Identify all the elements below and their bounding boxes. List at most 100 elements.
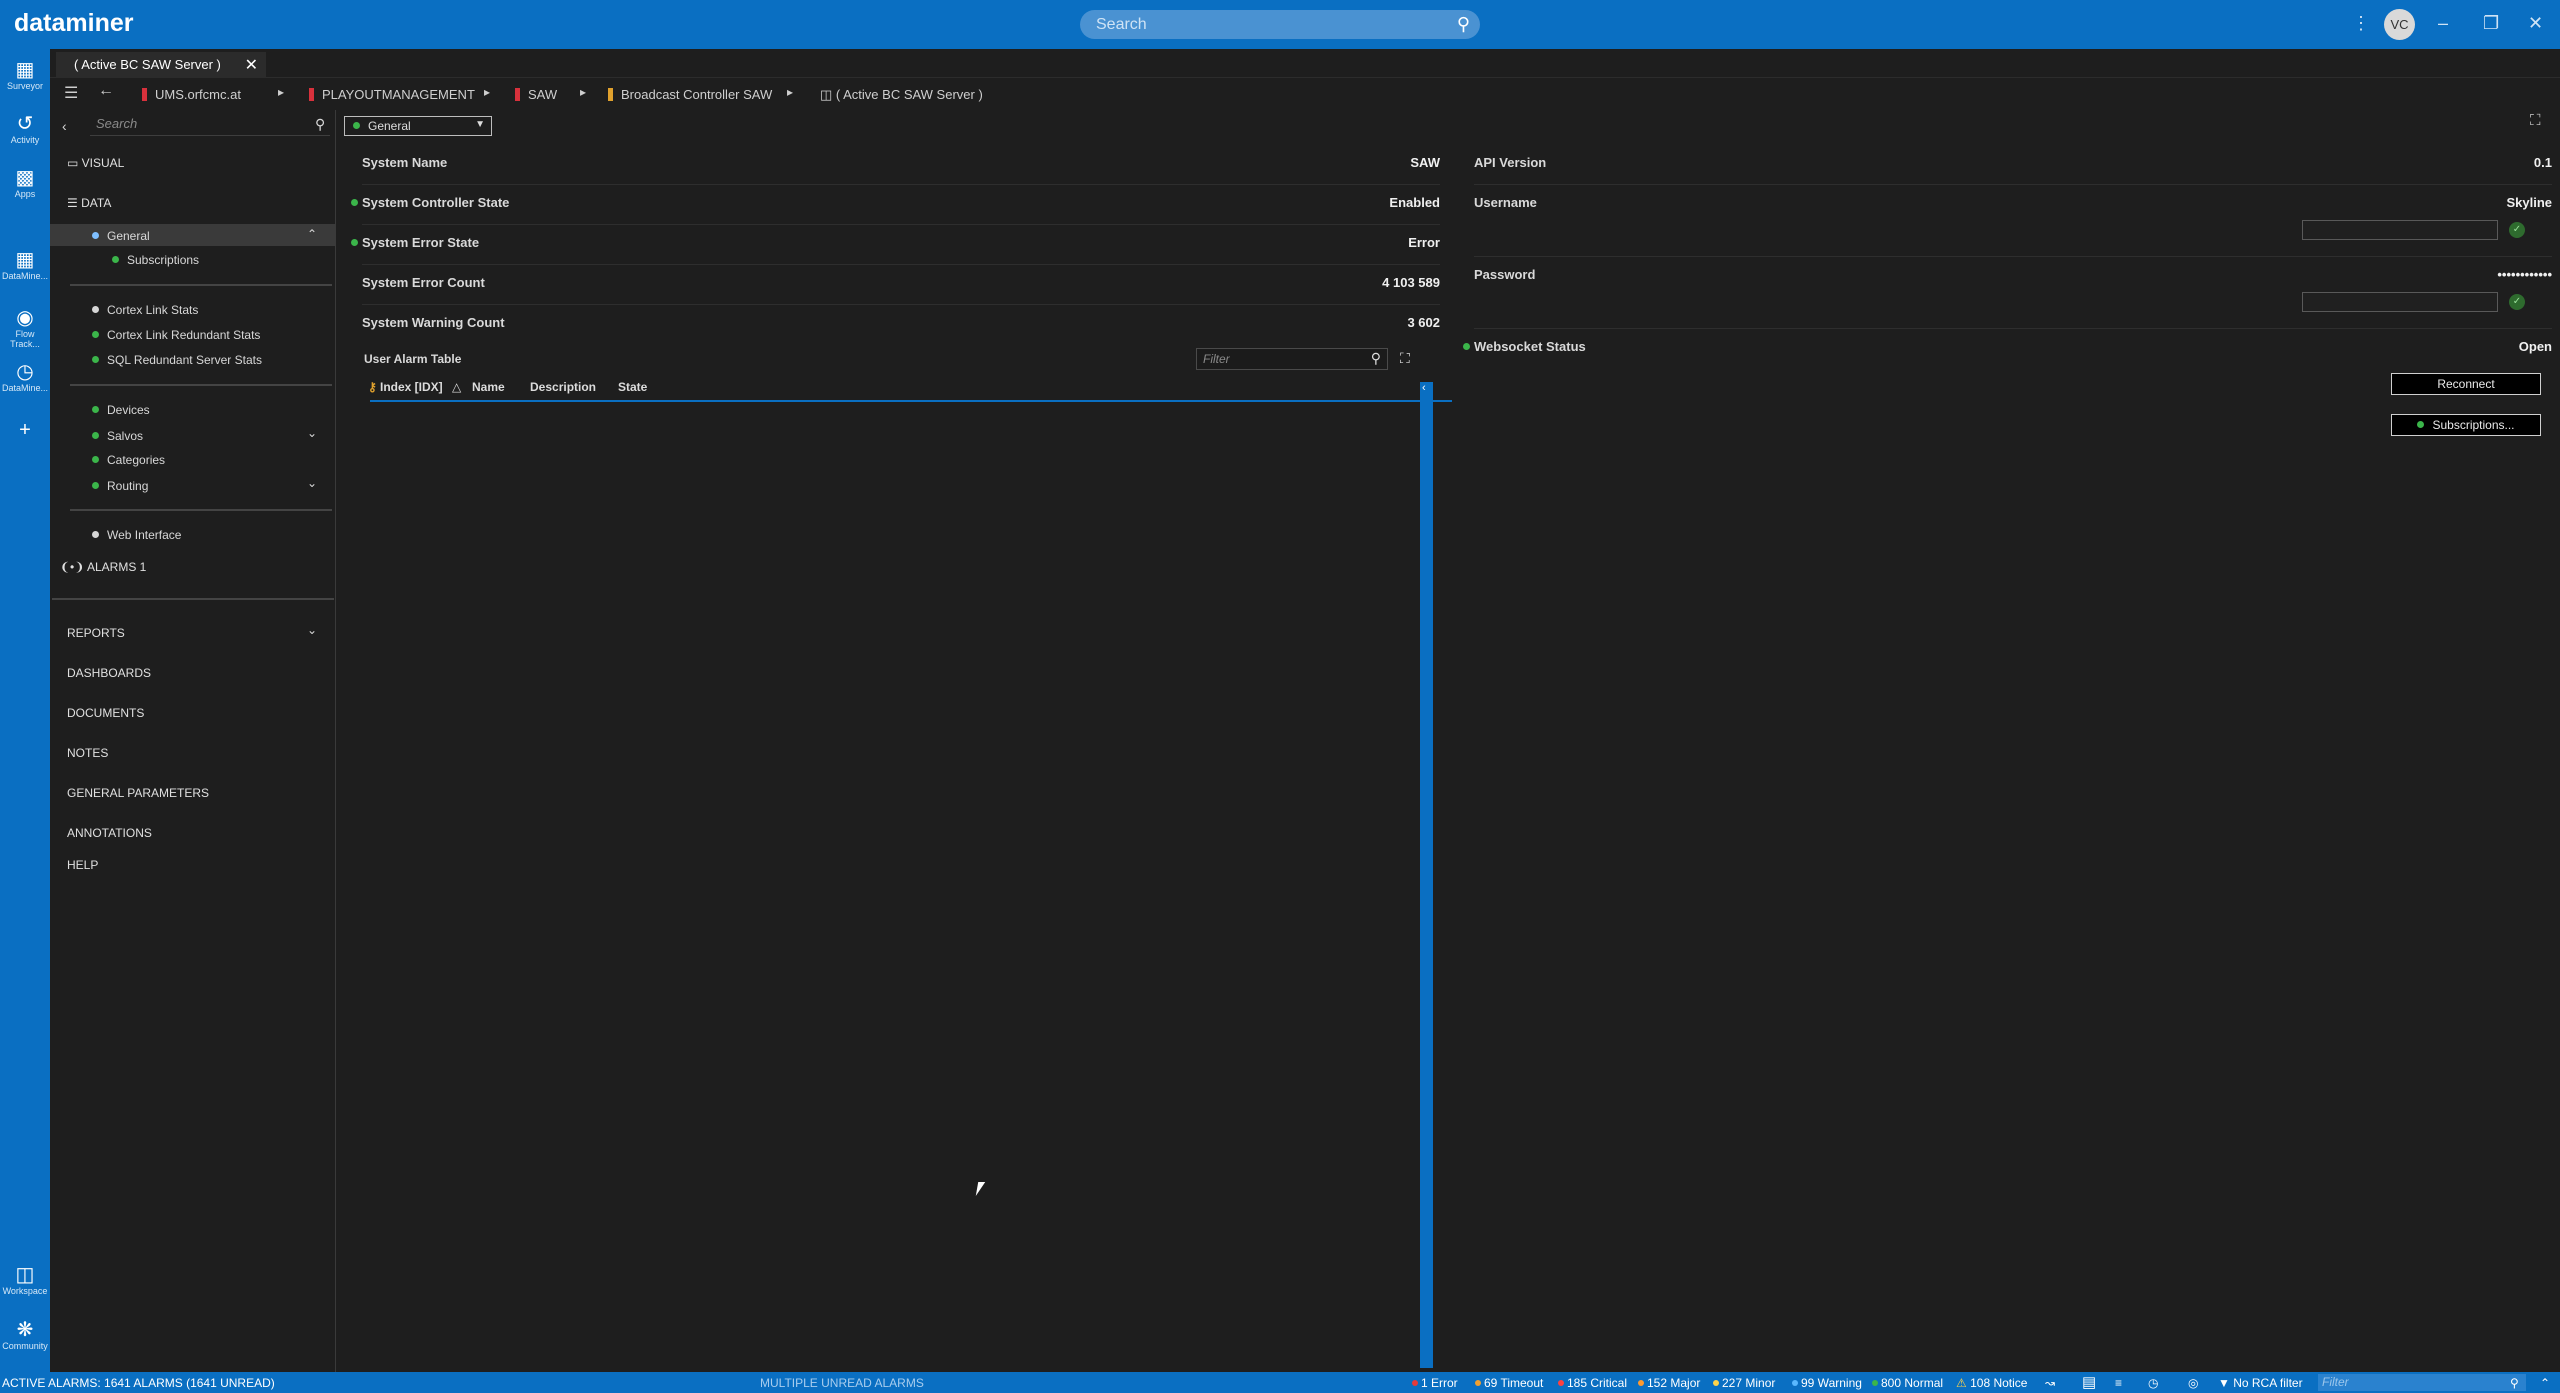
rail-workspace[interactable]: ◫ Workspace: [0, 1264, 50, 1296]
rail-datamine-grid[interactable]: ▦ DataMine...: [0, 249, 50, 281]
element-flag-icon: [608, 88, 613, 101]
card-search-input[interactable]: Search: [90, 116, 330, 136]
chevron-left-icon: ‹: [1422, 382, 1426, 394]
nav-web-interface[interactable]: Web Interface: [92, 528, 181, 542]
column-description[interactable]: Description: [530, 380, 596, 394]
count-notice[interactable]: ⚠ 108 Notice: [1956, 1376, 2027, 1390]
param-system-error-state: System Error State Error: [351, 225, 1440, 265]
subscriptions-button[interactable]: Subscriptions...: [2391, 414, 2541, 436]
nav-alarms[interactable]: ❨•❩ ALARMS 1: [60, 560, 146, 574]
nav-cortex-link-redundant-stats[interactable]: Cortex Link Redundant Stats: [92, 328, 260, 342]
nav-documents[interactable]: DOCUMENTS: [67, 706, 144, 720]
count-minor[interactable]: 227 Minor: [1713, 1376, 1775, 1390]
chevron-up-icon[interactable]: ⌃: [307, 227, 317, 241]
password-input[interactable]: [2302, 292, 2498, 312]
reconnect-button[interactable]: Reconnect: [2391, 373, 2541, 395]
collapse-icon[interactable]: ‹: [62, 118, 67, 134]
status-dot: [92, 432, 99, 439]
nav-help[interactable]: HELP: [67, 858, 98, 872]
column-state[interactable]: State: [618, 380, 647, 394]
user-avatar[interactable]: VC: [2384, 9, 2415, 40]
nav-notes[interactable]: NOTES: [67, 746, 108, 760]
chevron-down-icon[interactable]: ⌄: [307, 426, 317, 440]
chart-icon[interactable]: ↝: [2045, 1376, 2055, 1390]
count-major[interactable]: 152 Major: [1638, 1376, 1700, 1390]
statusbar-filter-input[interactable]: Filter: [2318, 1374, 2526, 1391]
back-arrow-icon[interactable]: ←: [98, 82, 114, 100]
count-critical[interactable]: 185 Critical: [1558, 1376, 1627, 1390]
breadcrumb-item-saw[interactable]: SAW: [515, 87, 557, 102]
rail-community[interactable]: ❋ Community: [0, 1319, 50, 1351]
chevron-up-icon[interactable]: ⌃: [2540, 1376, 2550, 1390]
breadcrumb-item-ums[interactable]: UMS.orfcmc.at: [142, 87, 241, 102]
confirm-check-icon[interactable]: ✓: [2509, 222, 2525, 238]
status-dot: [1558, 1380, 1564, 1386]
rca-filter[interactable]: ▼ No RCA filter: [2218, 1376, 2303, 1390]
nav-categories[interactable]: Categories: [92, 453, 165, 467]
tab-active-bc-saw-server[interactable]: ( Active BC SAW Server ) ✕: [56, 52, 266, 78]
nav-general[interactable]: General: [92, 229, 150, 243]
status-dot: [92, 232, 99, 239]
nav-salvos[interactable]: Salvos: [92, 429, 143, 443]
nav-cortex-link-stats[interactable]: Cortex Link Stats: [92, 303, 198, 317]
rail-datamine-clock[interactable]: ◷ DataMine...: [0, 361, 50, 393]
broadcast-icon: ❨•❩: [60, 560, 87, 574]
datamine-grid-icon: ▦: [15, 249, 35, 271]
overflow-menu-icon[interactable]: ⋮: [2352, 13, 2370, 34]
nav-general-parameters[interactable]: GENERAL PARAMETERS: [67, 786, 209, 800]
page-selector[interactable]: General ▼: [344, 116, 492, 136]
divider: [70, 284, 332, 286]
breadcrumb-item-broadcast-controller[interactable]: Broadcast Controller SAW: [608, 87, 772, 102]
nav-dashboards[interactable]: DASHBOARDS: [67, 666, 151, 680]
rail-apps[interactable]: ▩ Apps: [0, 167, 50, 199]
nav-visual[interactable]: ▭ VISUAL: [67, 156, 124, 170]
username-input[interactable]: [2302, 220, 2498, 240]
chevron-down-icon[interactable]: ⌄: [307, 476, 317, 490]
nav-devices[interactable]: Devices: [92, 403, 150, 417]
search-icon[interactable]: ⚲: [315, 116, 325, 133]
nav-annotations[interactable]: ANNOTATIONS: [67, 826, 152, 840]
nav-reports[interactable]: REPORTS: [67, 626, 125, 640]
nav-data[interactable]: ☰ DATA: [67, 196, 111, 210]
sort-icon[interactable]: ≡: [2115, 1376, 2122, 1390]
column-name[interactable]: Name: [472, 380, 505, 394]
count-normal[interactable]: 800 Normal: [1872, 1376, 1943, 1390]
table-filter-input[interactable]: Filter ⚲: [1196, 348, 1388, 370]
chevron-right-icon: ▸: [580, 85, 587, 99]
count-error[interactable]: 1 Error: [1412, 1376, 1458, 1390]
restore-icon[interactable]: ❐: [2483, 13, 2499, 34]
rail-surveyor[interactable]: ▦ Surveyor: [0, 59, 50, 91]
close-icon[interactable]: ✕: [2528, 13, 2543, 34]
error-icon: [1412, 1380, 1418, 1386]
card-tab-bar: ( Active BC SAW Server ) ✕: [50, 49, 2560, 78]
breadcrumb-item-playoutmanagement[interactable]: PLAYOUTMANAGEMENT: [309, 87, 475, 102]
table-side-panel-toggle[interactable]: ‹: [1420, 382, 1433, 1368]
close-tab-icon[interactable]: ✕: [245, 55, 258, 75]
alarm-status-bar: ACTIVE ALARMS: 1641 ALARMS (1641 UNREAD)…: [0, 1372, 2560, 1393]
search-icon[interactable]: ⚲: [2510, 1376, 2519, 1390]
chevron-right-icon: ▸: [278, 85, 285, 99]
global-search-input[interactable]: Search ⚲: [1080, 10, 1480, 39]
count-timeout[interactable]: 69 Timeout: [1475, 1376, 1543, 1390]
rail-activity[interactable]: ↺ Activity: [0, 113, 50, 145]
list-view-icon[interactable]: ▤: [2082, 1373, 2096, 1391]
expand-table-icon[interactable]: ⛶: [1400, 350, 1410, 367]
nav-sql-redundant-server-stats[interactable]: SQL Redundant Server Stats: [92, 353, 262, 367]
minimize-icon[interactable]: –: [2438, 13, 2448, 34]
breadcrumb: ☰ ← UMS.orfcmc.at ▸ PLAYOUTMANAGEMENT ▸ …: [50, 78, 2560, 129]
add-app-button[interactable]: +: [0, 419, 50, 441]
active-alarms-text[interactable]: ACTIVE ALARMS: 1641 ALARMS (1641 UNREAD): [2, 1376, 275, 1390]
nav-routing[interactable]: Routing: [92, 479, 148, 493]
chevron-down-icon[interactable]: ⌄: [307, 623, 317, 637]
nav-subscriptions[interactable]: Subscriptions: [112, 253, 199, 267]
clock-icon[interactable]: ◷: [2148, 1376, 2158, 1390]
confirm-check-icon[interactable]: ✓: [2509, 294, 2525, 310]
key-icon: ⚷: [368, 380, 377, 394]
column-index[interactable]: Index [IDX]: [380, 380, 443, 394]
locate-icon[interactable]: ◎: [2188, 1376, 2198, 1390]
count-warning[interactable]: 99 Warning: [1792, 1376, 1862, 1390]
status-dot: [92, 482, 99, 489]
search-icon: ⚲: [1456, 14, 1470, 34]
hamburger-icon[interactable]: ☰: [64, 83, 78, 103]
rail-flow-tracking[interactable]: ◉ Flow Track...: [0, 307, 50, 349]
